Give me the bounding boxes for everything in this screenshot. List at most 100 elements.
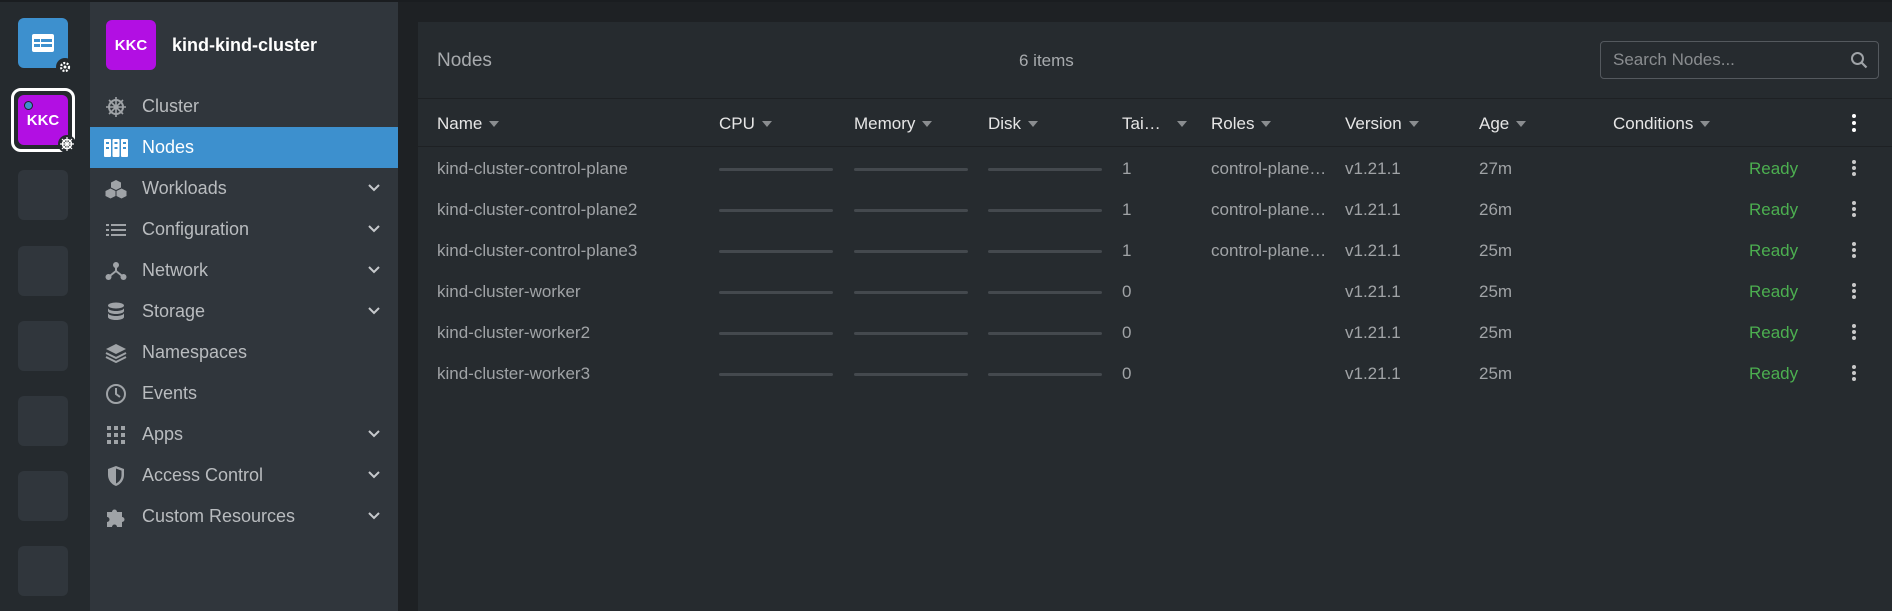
- column-header-version[interactable]: Version: [1345, 114, 1419, 134]
- items-count: 6 items: [1019, 51, 1074, 70]
- catalog-button[interactable]: [18, 18, 74, 76]
- sort-caret-icon: [761, 121, 772, 127]
- node-version: v1.21.1: [1345, 323, 1401, 342]
- cpu-usage-bar: [719, 168, 833, 171]
- node-version: v1.21.1: [1345, 364, 1401, 383]
- sidebar-item-apps[interactable]: Apps: [90, 414, 398, 455]
- sort-caret-icon: [489, 121, 500, 127]
- sidebar-item-label: Storage: [142, 301, 206, 321]
- disk-usage-bar: [988, 209, 1102, 212]
- helm-wheel-icon: [58, 135, 76, 153]
- table-row[interactable]: kind-cluster-worker3 0 v1.21.1 25m Ready: [418, 353, 1892, 394]
- memory-usage-bar: [854, 332, 968, 335]
- sidebar-item-events[interactable]: Events: [90, 373, 398, 414]
- cpu-usage-bar: [719, 373, 833, 376]
- table-row[interactable]: kind-cluster-control-plane2 1 control-plan…: [418, 189, 1892, 230]
- node-name: kind-cluster-control-plane: [437, 159, 628, 178]
- row-menu-icon[interactable]: [1847, 322, 1861, 342]
- node-version: v1.21.1: [1345, 241, 1401, 260]
- column-menu-icon[interactable]: [1847, 112, 1861, 134]
- node-age: 25m: [1479, 241, 1513, 260]
- chevron-down-icon[interactable]: [366, 426, 382, 442]
- chevron-down-icon[interactable]: [366, 221, 382, 237]
- table-toolbar: Nodes 6 items: [418, 22, 1892, 99]
- cpu-usage-bar: [719, 250, 833, 253]
- sort-caret-icon: [1176, 121, 1187, 127]
- sidebar-item-label: Apps: [142, 424, 184, 444]
- node-condition: Ready: [1749, 323, 1799, 342]
- taints-count: 1: [1122, 241, 1132, 260]
- node-age: 25m: [1479, 364, 1513, 383]
- empty-hotbar-slot[interactable]: [18, 170, 68, 220]
- taints-count: 0: [1122, 323, 1132, 342]
- empty-hotbar-slot[interactable]: [18, 546, 68, 596]
- sidebar-item-label: Cluster: [142, 96, 200, 116]
- puzzle-icon: [104, 505, 128, 529]
- column-header-name[interactable]: Name: [437, 114, 500, 134]
- chevron-down-icon[interactable]: [366, 262, 382, 278]
- cluster-header[interactable]: KKC kind-kind-cluster: [106, 20, 317, 70]
- table-row[interactable]: kind-cluster-worker 0 v1.21.1 25m Ready: [418, 271, 1892, 312]
- active-cluster-button[interactable]: KKC: [11, 88, 76, 153]
- sort-caret-icon: [1408, 121, 1419, 127]
- empty-hotbar-slot[interactable]: [18, 471, 68, 521]
- sidebar-item-access-control[interactable]: Access Control: [90, 455, 398, 496]
- column-header-conditions[interactable]: Conditions: [1613, 114, 1711, 134]
- sidebar-item-custom-resources[interactable]: Custom Resources: [90, 496, 398, 537]
- sidebar-item-cluster[interactable]: Cluster: [90, 86, 398, 127]
- search-icon[interactable]: [1850, 51, 1868, 69]
- empty-hotbar-slot[interactable]: [18, 396, 68, 446]
- sort-caret-icon: [1700, 121, 1711, 127]
- sidebar-item-label: Namespaces: [142, 342, 248, 362]
- sidebar-item-label: Configuration: [142, 219, 250, 239]
- search-input[interactable]: [1613, 50, 1833, 70]
- table-row[interactable]: kind-cluster-control-plane 1 control-plane…: [418, 148, 1892, 189]
- row-menu-icon[interactable]: [1847, 281, 1861, 301]
- sidebar-item-workloads[interactable]: Workloads: [90, 168, 398, 209]
- column-header-taints[interactable]: Tai…: [1122, 114, 1187, 134]
- taints-count: 0: [1122, 282, 1132, 301]
- shield-icon: [104, 464, 128, 488]
- sort-caret-icon: [922, 121, 933, 127]
- node-version: v1.21.1: [1345, 200, 1401, 219]
- disk-usage-bar: [988, 332, 1102, 335]
- row-menu-icon[interactable]: [1847, 158, 1861, 178]
- sidebar-item-namespaces[interactable]: Namespaces: [90, 332, 398, 373]
- sidebar-item-label: Network: [142, 260, 209, 280]
- sidebar-item-label: Events: [142, 383, 198, 403]
- row-menu-icon[interactable]: [1847, 363, 1861, 383]
- node-condition: Ready: [1749, 241, 1799, 260]
- table-row[interactable]: kind-cluster-worker2 0 v1.21.1 25m Ready: [418, 312, 1892, 353]
- column-header-cpu[interactable]: CPU: [719, 114, 772, 134]
- column-header-disk[interactable]: Disk: [988, 114, 1039, 134]
- search-box[interactable]: [1600, 41, 1879, 79]
- empty-hotbar-slot[interactable]: [18, 321, 68, 371]
- taints-count: 1: [1122, 200, 1132, 219]
- chevron-down-icon[interactable]: [366, 467, 382, 483]
- server-icon: [104, 136, 128, 160]
- table-row[interactable]: kind-cluster-control-plane3 1 control-plan…: [418, 230, 1892, 271]
- sidebar-item-label: Access Control: [142, 465, 264, 485]
- sort-caret-icon: [1261, 121, 1272, 127]
- disk-usage-bar: [988, 250, 1102, 253]
- row-menu-icon[interactable]: [1847, 199, 1861, 219]
- network-icon: [104, 259, 128, 283]
- sidebar-item-configuration[interactable]: Configuration: [90, 209, 398, 250]
- chevron-down-icon[interactable]: [366, 180, 382, 196]
- disk-usage-bar: [988, 291, 1102, 294]
- sort-caret-icon: [1028, 121, 1039, 127]
- node-condition: Ready: [1749, 159, 1799, 178]
- chevron-down-icon[interactable]: [366, 303, 382, 319]
- row-menu-icon[interactable]: [1847, 240, 1861, 260]
- table-header: Name CPU Memory Disk Tai… Roles Version …: [418, 100, 1892, 147]
- empty-hotbar-slot[interactable]: [18, 246, 68, 296]
- sidebar-item-nodes[interactable]: Nodes: [90, 127, 398, 168]
- column-header-age[interactable]: Age: [1479, 114, 1527, 134]
- column-header-memory[interactable]: Memory: [854, 114, 933, 134]
- memory-usage-bar: [854, 209, 968, 212]
- sidebar-item-storage[interactable]: Storage: [90, 291, 398, 332]
- column-header-roles[interactable]: Roles: [1211, 114, 1272, 134]
- sidebar-item-network[interactable]: Network: [90, 250, 398, 291]
- chevron-down-icon[interactable]: [366, 508, 382, 524]
- node-age: 25m: [1479, 323, 1513, 342]
